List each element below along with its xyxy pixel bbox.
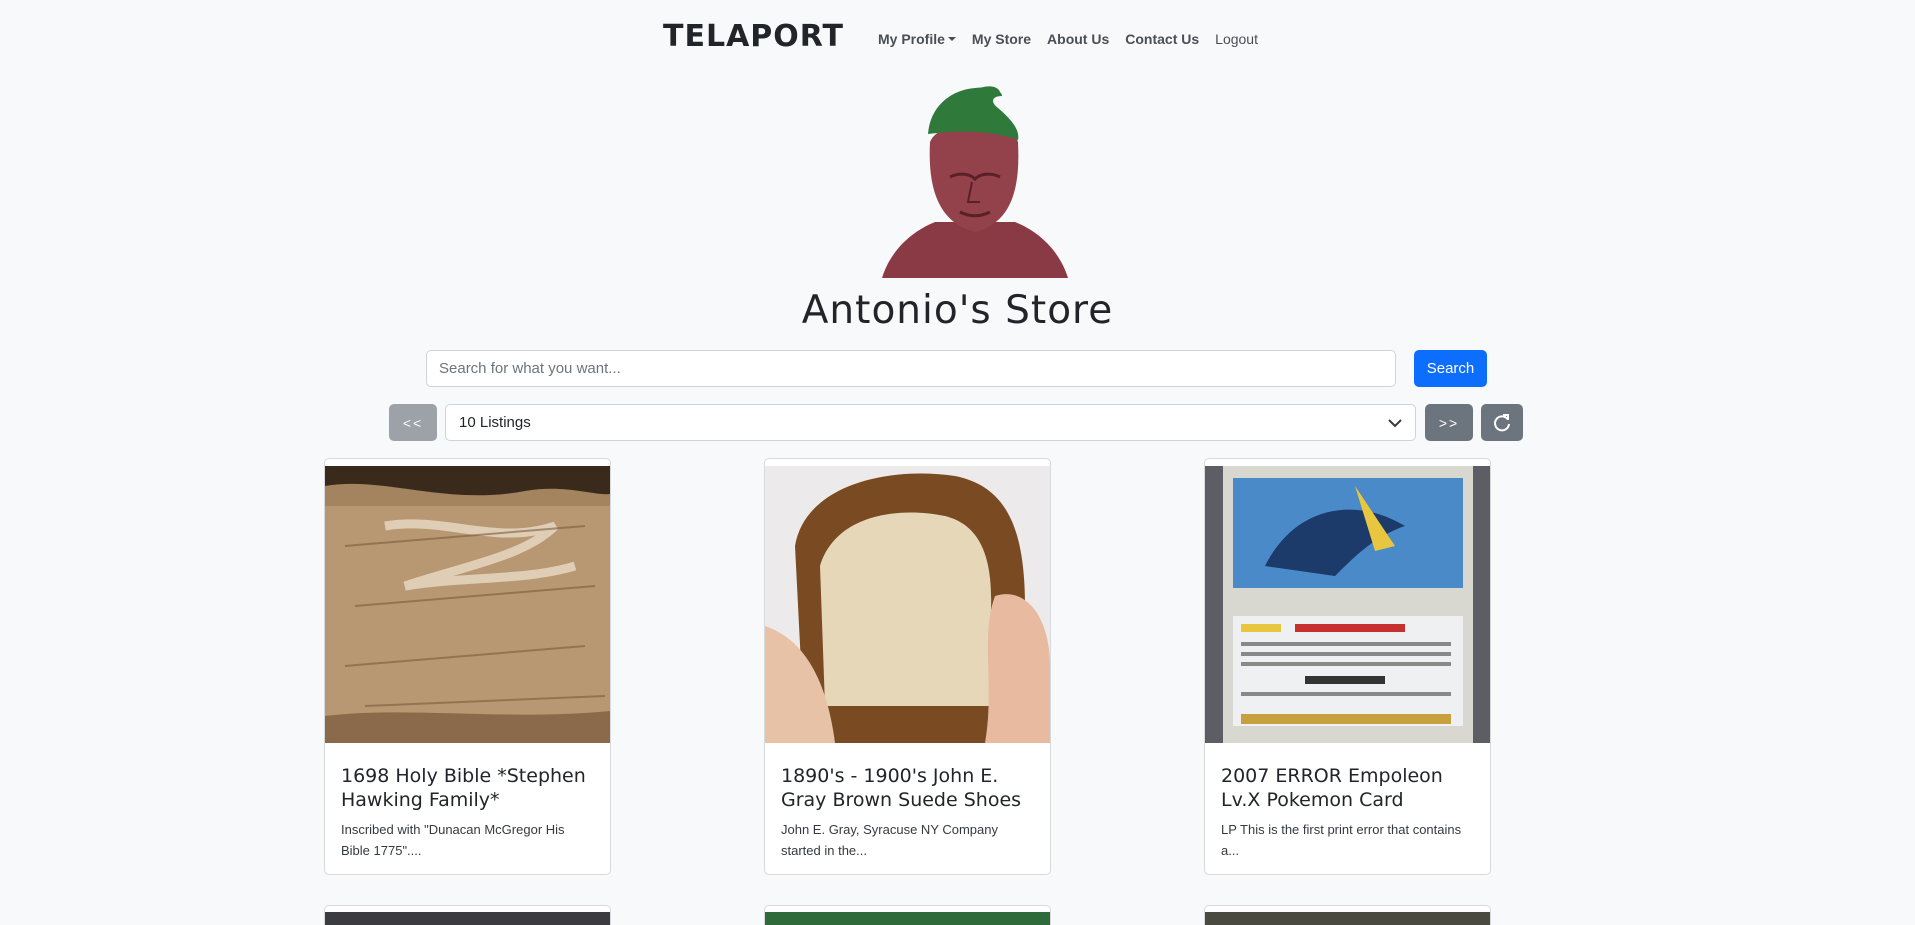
listing-title: 1698 Holy Bible *Stephen Hawking Family* bbox=[341, 765, 586, 811]
listing-image bbox=[1205, 912, 1490, 925]
search-button[interactable]: Search bbox=[1414, 350, 1487, 387]
listing-card-partial[interactable] bbox=[1204, 905, 1491, 925]
listing-image bbox=[1205, 466, 1490, 743]
store-title: Antonio's Store bbox=[801, 288, 1114, 333]
prev-page-button[interactable]: << bbox=[389, 404, 437, 441]
caret-down-icon bbox=[947, 37, 956, 41]
refresh-button[interactable] bbox=[1481, 404, 1523, 441]
listing-image bbox=[765, 912, 1050, 925]
navbar: TELAPORT My Profile My Store About Us Co… bbox=[0, 0, 1915, 78]
listing-description: Inscribed with "Dunacan McGregor His Bib… bbox=[341, 822, 565, 858]
nav-my-store[interactable]: My Store bbox=[972, 31, 1031, 47]
brand-logo[interactable]: TELAPORT bbox=[663, 19, 844, 54]
listings-per-page-select[interactable]: 10 Listings bbox=[445, 404, 1416, 441]
search-input[interactable] bbox=[426, 350, 1396, 387]
listings-per-page-value: 10 Listings bbox=[459, 414, 531, 431]
listing-title: 2007 ERROR Empoleon Lv.X Pokemon Card bbox=[1221, 765, 1443, 811]
store-avatar bbox=[882, 86, 1068, 278]
listing-card[interactable]: 1890's - 1900's John E. Gray Brown Suede… bbox=[764, 458, 1051, 875]
listing-image bbox=[765, 466, 1050, 743]
listing-card[interactable]: 2007 ERROR Empoleon Lv.X Pokemon Card LP… bbox=[1204, 458, 1491, 875]
listing-description: John E. Gray, Syracuse NY Company starte… bbox=[781, 822, 999, 858]
nav-my-profile-label: My Profile bbox=[878, 31, 945, 47]
listing-card-partial[interactable] bbox=[764, 905, 1051, 925]
listing-image bbox=[325, 466, 610, 743]
listing-description: LP This is the first print error that co… bbox=[1221, 822, 1462, 858]
nav-my-profile-dropdown[interactable]: My Profile bbox=[878, 31, 956, 47]
nav-about-us[interactable]: About Us bbox=[1047, 31, 1109, 47]
listing-card-partial[interactable] bbox=[324, 905, 611, 925]
nav-logout[interactable]: Logout bbox=[1215, 31, 1258, 47]
nav-contact-us[interactable]: Contact Us bbox=[1125, 31, 1199, 47]
listing-image bbox=[325, 912, 610, 925]
chevron-down-icon bbox=[1388, 418, 1402, 427]
listing-title: 1890's - 1900's John E. Gray Brown Suede… bbox=[781, 765, 1022, 811]
nav-links: My Profile My Store About Us Contact Us … bbox=[878, 31, 1274, 47]
refresh-icon bbox=[1494, 413, 1510, 431]
next-page-button[interactable]: >> bbox=[1425, 404, 1473, 441]
listing-card[interactable]: 1698 Holy Bible *Stephen Hawking Family*… bbox=[324, 458, 611, 875]
